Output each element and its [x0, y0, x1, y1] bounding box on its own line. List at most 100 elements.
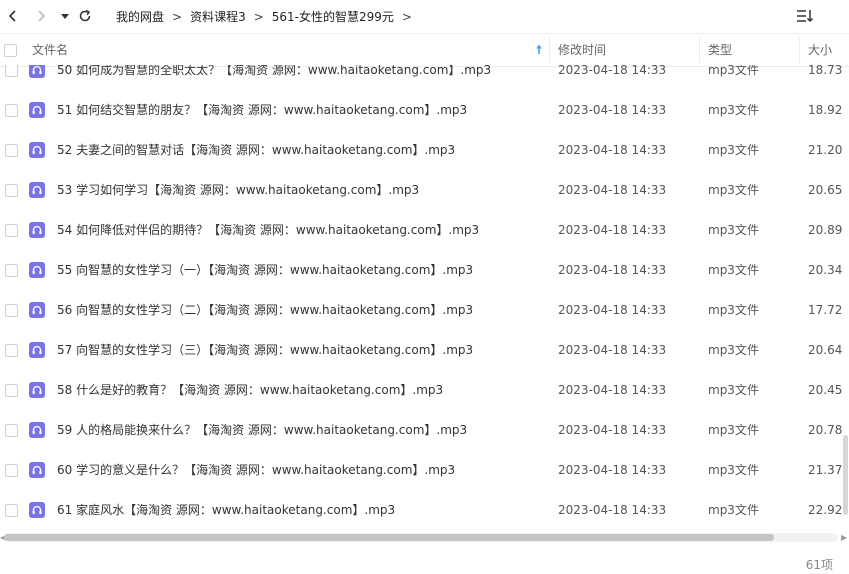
file-size: 20.78: [808, 423, 843, 437]
table-row[interactable]: 53 学习如何学习【海淘资 源网：www.haitaoketang.com】.m…: [0, 170, 849, 210]
audio-file-icon: [29, 342, 45, 358]
file-name[interactable]: 50 如何成为智慧的全职太太？【海淘资 源网：www.haitaoketang.…: [57, 65, 491, 90]
sort-button[interactable]: [795, 7, 815, 29]
select-all-checkbox[interactable]: [4, 44, 17, 57]
file-name[interactable]: 51 如何结交智慧的朋友？【海淘资 源网：www.haitaoketang.co…: [57, 90, 467, 130]
table-row[interactable]: 57 向智慧的女性学习（三）【海淘资 源网：www.haitaoketang.c…: [0, 330, 849, 370]
audio-file-icon: [29, 422, 45, 438]
row-checkbox[interactable]: [5, 304, 18, 317]
breadcrumb-separator: >: [253, 9, 264, 24]
file-modified-time: 2023-04-18 14:33: [558, 183, 667, 197]
caret-down-icon: [61, 14, 69, 19]
table-row[interactable]: 61 家庭风水【海淘资 源网：www.haitaoketang.com】.mp3…: [0, 490, 849, 530]
column-header-row: 文件名 修改时间 类型 大小: [0, 33, 849, 67]
item-count: 61项: [805, 558, 833, 572]
file-size: 17.72: [808, 303, 843, 317]
column-header-size[interactable]: 大小: [808, 34, 832, 66]
table-row[interactable]: 50 如何成为智慧的全职太太？【海淘资 源网：www.haitaoketang.…: [0, 65, 849, 90]
back-button[interactable]: [2, 5, 24, 27]
file-modified-time: 2023-04-18 14:33: [558, 103, 667, 117]
file-modified-time: 2023-04-18 14:33: [558, 303, 667, 317]
breadcrumb-separator: >: [172, 9, 183, 24]
file-type: mp3文件: [708, 303, 759, 317]
vertical-scrollbar-thumb[interactable]: [843, 435, 848, 515]
table-row[interactable]: 51 如何结交智慧的朋友？【海淘资 源网：www.haitaoketang.co…: [0, 90, 849, 130]
file-type: mp3文件: [708, 103, 759, 117]
file-size: 21.37: [808, 463, 843, 477]
column-header-modified[interactable]: 修改时间: [558, 34, 606, 66]
sort-list-icon: [797, 10, 814, 23]
refresh-icon: [79, 9, 91, 22]
table-row[interactable]: 54 如何降低对伴侣的期待？【海淘资 源网：www.haitaoketang.c…: [0, 210, 849, 250]
file-name[interactable]: 56 向智慧的女性学习（二）【海淘资 源网：www.haitaoketang.c…: [57, 290, 473, 330]
audio-file-icon: [29, 302, 45, 318]
audio-file-icon: [29, 222, 45, 238]
table-row[interactable]: 52 夫妻之间的智慧对话【海淘资 源网：www.haitaoketang.com…: [0, 130, 849, 170]
breadcrumb-item-folder[interactable]: 资料课程3: [190, 8, 246, 25]
row-checkbox[interactable]: [5, 384, 18, 397]
file-modified-time: 2023-04-18 14:33: [558, 463, 667, 477]
row-checkbox[interactable]: [5, 344, 18, 357]
file-modified-time: 2023-04-18 14:33: [558, 65, 667, 77]
scroll-right-arrow-icon[interactable]: ▶: [841, 533, 847, 542]
file-type: mp3文件: [708, 503, 759, 517]
file-name[interactable]: 55 向智慧的女性学习（一）【海淘资 源网：www.haitaoketang.c…: [57, 250, 473, 290]
file-size: 20.45: [808, 383, 843, 397]
file-name[interactable]: 61 家庭风水【海淘资 源网：www.haitaoketang.com】.mp3: [57, 490, 395, 530]
row-checkbox[interactable]: [5, 464, 18, 477]
column-divider[interactable]: [549, 37, 550, 63]
file-modified-time: 2023-04-18 14:33: [558, 223, 667, 237]
file-modified-time: 2023-04-18 14:33: [558, 383, 667, 397]
row-checkbox[interactable]: [5, 504, 18, 517]
table-row[interactable]: 60 学习的意义是什么？【海淘资 源网：www.haitaoketang.com…: [0, 450, 849, 490]
chevron-left-icon: [8, 10, 16, 22]
file-type: mp3文件: [708, 423, 759, 437]
row-checkbox[interactable]: [5, 424, 18, 437]
file-name[interactable]: 53 学习如何学习【海淘资 源网：www.haitaoketang.com】.m…: [57, 170, 419, 210]
row-checkbox[interactable]: [5, 65, 18, 77]
audio-file-icon: [29, 102, 45, 118]
file-type: mp3文件: [708, 183, 759, 197]
file-modified-time: 2023-04-18 14:33: [558, 503, 667, 517]
row-checkbox[interactable]: [5, 184, 18, 197]
file-name[interactable]: 57 向智慧的女性学习（三）【海淘资 源网：www.haitaoketang.c…: [57, 330, 473, 370]
file-name[interactable]: 60 学习的意义是什么？【海淘资 源网：www.haitaoketang.com…: [57, 450, 455, 490]
file-size: 20.89: [808, 223, 843, 237]
breadcrumb-item-current[interactable]: 561-女性的智慧299元: [272, 8, 394, 25]
column-header-type[interactable]: 类型: [708, 34, 732, 66]
row-checkbox[interactable]: [5, 104, 18, 117]
history-dropdown-button[interactable]: [54, 5, 76, 27]
file-size: 18.73: [808, 65, 843, 77]
column-header-name[interactable]: 文件名: [32, 34, 68, 66]
file-size: 20.65: [808, 183, 843, 197]
file-name[interactable]: 54 如何降低对伴侣的期待？【海淘资 源网：www.haitaoketang.c…: [57, 210, 479, 250]
file-type: mp3文件: [708, 463, 759, 477]
row-checkbox[interactable]: [5, 224, 18, 237]
file-size: 20.34: [808, 263, 843, 277]
audio-file-icon: [29, 182, 45, 198]
forward-button[interactable]: [30, 5, 52, 27]
table-row[interactable]: 55 向智慧的女性学习（一）【海淘资 源网：www.haitaoketang.c…: [0, 250, 849, 290]
table-row[interactable]: 59 人的格局能换来什么？【海淘资 源网：www.haitaoketang.co…: [0, 410, 849, 450]
file-name[interactable]: 58 什么是好的教育？【海淘资 源网：www.haitaoketang.com】…: [57, 370, 443, 410]
file-size: 22.92: [808, 503, 843, 517]
file-name[interactable]: 59 人的格局能换来什么？【海淘资 源网：www.haitaoketang.co…: [57, 410, 467, 450]
audio-file-icon: [29, 462, 45, 478]
table-row[interactable]: 56 向智慧的女性学习（二）【海淘资 源网：www.haitaoketang.c…: [0, 290, 849, 330]
breadcrumb-item-root[interactable]: 我的网盘: [116, 8, 164, 25]
vertical-scrollbar[interactable]: [843, 65, 848, 530]
sort-ascending-icon: [535, 44, 543, 58]
horizontal-scrollbar[interactable]: [4, 533, 838, 542]
file-name[interactable]: 52 夫妻之间的智慧对话【海淘资 源网：www.haitaoketang.com…: [57, 130, 455, 170]
breadcrumb-separator: >: [401, 9, 412, 24]
column-divider[interactable]: [799, 37, 800, 63]
row-checkbox[interactable]: [5, 264, 18, 277]
file-modified-time: 2023-04-18 14:33: [558, 143, 667, 157]
audio-file-icon: [29, 65, 45, 78]
horizontal-scrollbar-thumb[interactable]: [4, 534, 774, 541]
column-divider[interactable]: [699, 37, 700, 63]
table-row[interactable]: 58 什么是好的教育？【海淘资 源网：www.haitaoketang.com】…: [0, 370, 849, 410]
row-checkbox[interactable]: [5, 144, 18, 157]
audio-file-icon: [29, 382, 45, 398]
refresh-button[interactable]: [74, 5, 96, 27]
